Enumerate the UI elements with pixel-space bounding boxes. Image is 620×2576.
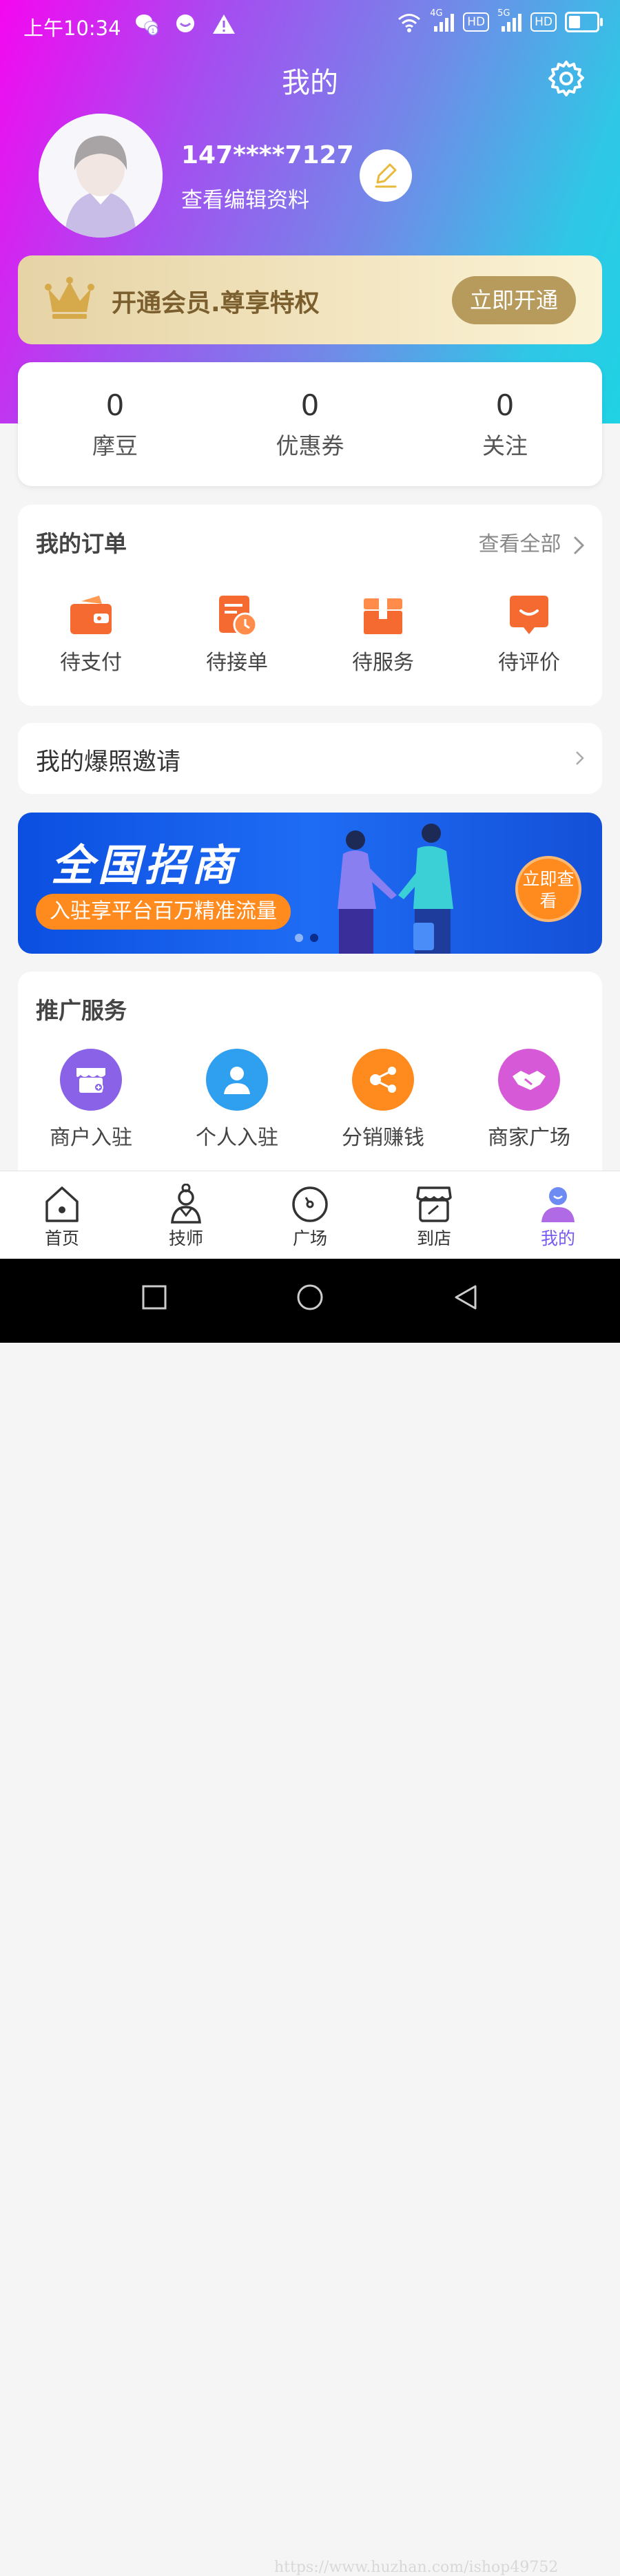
username: 147****7127 <box>181 141 354 169</box>
see-all-label: 查看全部 <box>478 532 561 556</box>
banner-title: 全国招商 <box>51 840 239 890</box>
warning-icon <box>213 14 235 34</box>
see-all-orders-link[interactable]: 查看全部 <box>478 527 586 557</box>
gear-icon[interactable] <box>547 59 586 98</box>
crown-icon <box>45 277 94 319</box>
hd-badge: HD <box>530 12 557 32</box>
avatar-image <box>39 114 163 238</box>
shop-icon <box>416 1186 452 1222</box>
order-label: 待接单 <box>206 651 268 675</box>
promotion-services-card: 推广服务 商户入驻 个人入驻 分销赚钱 商家广场 <box>18 972 602 1199</box>
message-icon <box>176 14 194 32</box>
section-title: 推广服务 <box>36 997 127 1024</box>
page-title: 我的 <box>282 66 338 99</box>
signal-icon: 5G <box>497 8 522 33</box>
carousel-dot-active[interactable] <box>310 934 318 942</box>
order-clock-icon <box>219 596 258 637</box>
store-icon <box>60 1049 122 1111</box>
order-pending-accept[interactable]: 待接单 <box>164 594 310 676</box>
battery-icon <box>565 12 603 32</box>
stat-value: 0 <box>300 388 320 422</box>
order-label: 待支付 <box>60 651 122 675</box>
hd-badge: HD <box>463 12 490 32</box>
svg-text:1: 1 <box>151 28 155 35</box>
watermark-text: https://www.huzhan.com/ishop49752 <box>274 2559 559 2576</box>
edit-profile-link[interactable]: 查看编辑资料 <box>181 182 309 213</box>
system-navigation-bar: https://www.huzhan.com/ishop49752 <box>0 1259 620 2576</box>
status-bar: 上午10:34 1 4G HD 5G HD <box>0 0 620 50</box>
tab-home[interactable]: 首页 <box>0 1184 124 1250</box>
home-button-icon[interactable] <box>296 1284 324 1311</box>
merchant-plaza-item[interactable]: 商家广场 <box>456 1049 602 1151</box>
stat-label: 关注 <box>482 432 528 459</box>
pencil-icon <box>375 163 397 188</box>
banner-view-button[interactable]: 立即查看 <box>515 856 581 922</box>
signal-icon: 4G <box>430 8 455 33</box>
tab-plaza[interactable]: 广场 <box>248 1184 372 1250</box>
tab-label: 到店 <box>416 1228 451 1248</box>
bottom-tab-bar: 首页 技师 广场 到店 我的 <box>0 1171 620 1259</box>
promo-label: 商家广场 <box>488 1126 570 1150</box>
my-orders-card: 我的订单 查看全部 待支付 待接单 待服务 待评价 <box>18 505 602 706</box>
vip-text: 开通会员.尊享特权 <box>112 289 320 317</box>
tab-shop[interactable]: 到店 <box>372 1184 496 1250</box>
order-pending-review[interactable]: 待评价 <box>456 594 602 676</box>
tab-technician[interactable]: 技师 <box>124 1184 248 1250</box>
stat-coupons[interactable]: 0 优惠券 <box>213 362 407 461</box>
back-icon[interactable] <box>452 1284 479 1311</box>
vip-banner[interactable]: 开通会员.尊享特权 立即开通 <box>18 255 602 344</box>
invite-row[interactable]: 我的爆照邀请 <box>18 723 602 794</box>
status-time: 上午10:34 <box>23 17 121 40</box>
order-pending-service[interactable]: 待服务 <box>310 594 456 676</box>
banner-subtitle: 入驻享平台百万精准流量 <box>36 894 291 930</box>
section-title: 我的订单 <box>36 530 127 557</box>
person-icon <box>206 1049 268 1111</box>
vip-open-button[interactable]: 立即开通 <box>452 276 576 324</box>
stat-label: 优惠券 <box>276 432 344 459</box>
personal-join-item[interactable]: 个人入驻 <box>164 1049 310 1151</box>
recent-apps-icon[interactable] <box>141 1284 168 1311</box>
chevron-right-icon <box>573 536 585 554</box>
order-label: 待服务 <box>352 651 414 675</box>
box-icon <box>364 598 402 634</box>
chevron-right-icon <box>576 751 584 765</box>
tab-label: 首页 <box>44 1228 79 1248</box>
handshake-icon <box>498 1049 560 1111</box>
carousel-dots <box>295 934 318 942</box>
invite-label: 我的爆照邀请 <box>36 748 181 776</box>
tab-label: 技师 <box>168 1228 203 1248</box>
order-pending-payment[interactable]: 待支付 <box>18 594 164 676</box>
stat-label: 摩豆 <box>92 432 138 459</box>
order-label: 待评价 <box>498 651 560 675</box>
stat-modou[interactable]: 0 摩豆 <box>18 362 212 461</box>
wifi-icon <box>398 14 421 32</box>
plaza-icon <box>292 1186 328 1222</box>
share-icon <box>352 1049 414 1111</box>
comment-icon <box>510 596 548 634</box>
edit-profile-button[interactable] <box>360 149 412 202</box>
handshake-illustration <box>338 824 453 954</box>
home-icon <box>45 1186 79 1222</box>
tab-me[interactable]: 我的 <box>496 1184 620 1250</box>
stat-value: 0 <box>495 388 515 422</box>
wallet-icon <box>70 596 112 634</box>
merchant-join-item[interactable]: 商户入驻 <box>18 1049 164 1151</box>
promo-label: 个人入驻 <box>196 1126 278 1150</box>
tab-label: 广场 <box>292 1228 327 1248</box>
distribution-earn-item[interactable]: 分销赚钱 <box>310 1049 456 1151</box>
carousel-dot[interactable] <box>295 934 303 942</box>
stats-card: 0 摩豆 0 优惠券 0 关注 <box>18 362 602 486</box>
promo-banner[interactable]: 全国招商 入驻享平台百万精准流量 立即查看 <box>18 813 602 954</box>
stat-following[interactable]: 0 关注 <box>408 362 602 461</box>
tab-label: 我的 <box>540 1228 575 1248</box>
me-icon <box>541 1187 575 1222</box>
avatar[interactable] <box>39 114 163 238</box>
promo-label: 商户入驻 <box>50 1126 132 1150</box>
technician-icon <box>171 1184 201 1224</box>
wechat-icon: 1 <box>136 14 158 36</box>
promo-label: 分销赚钱 <box>342 1126 424 1150</box>
stat-value: 0 <box>105 388 125 422</box>
